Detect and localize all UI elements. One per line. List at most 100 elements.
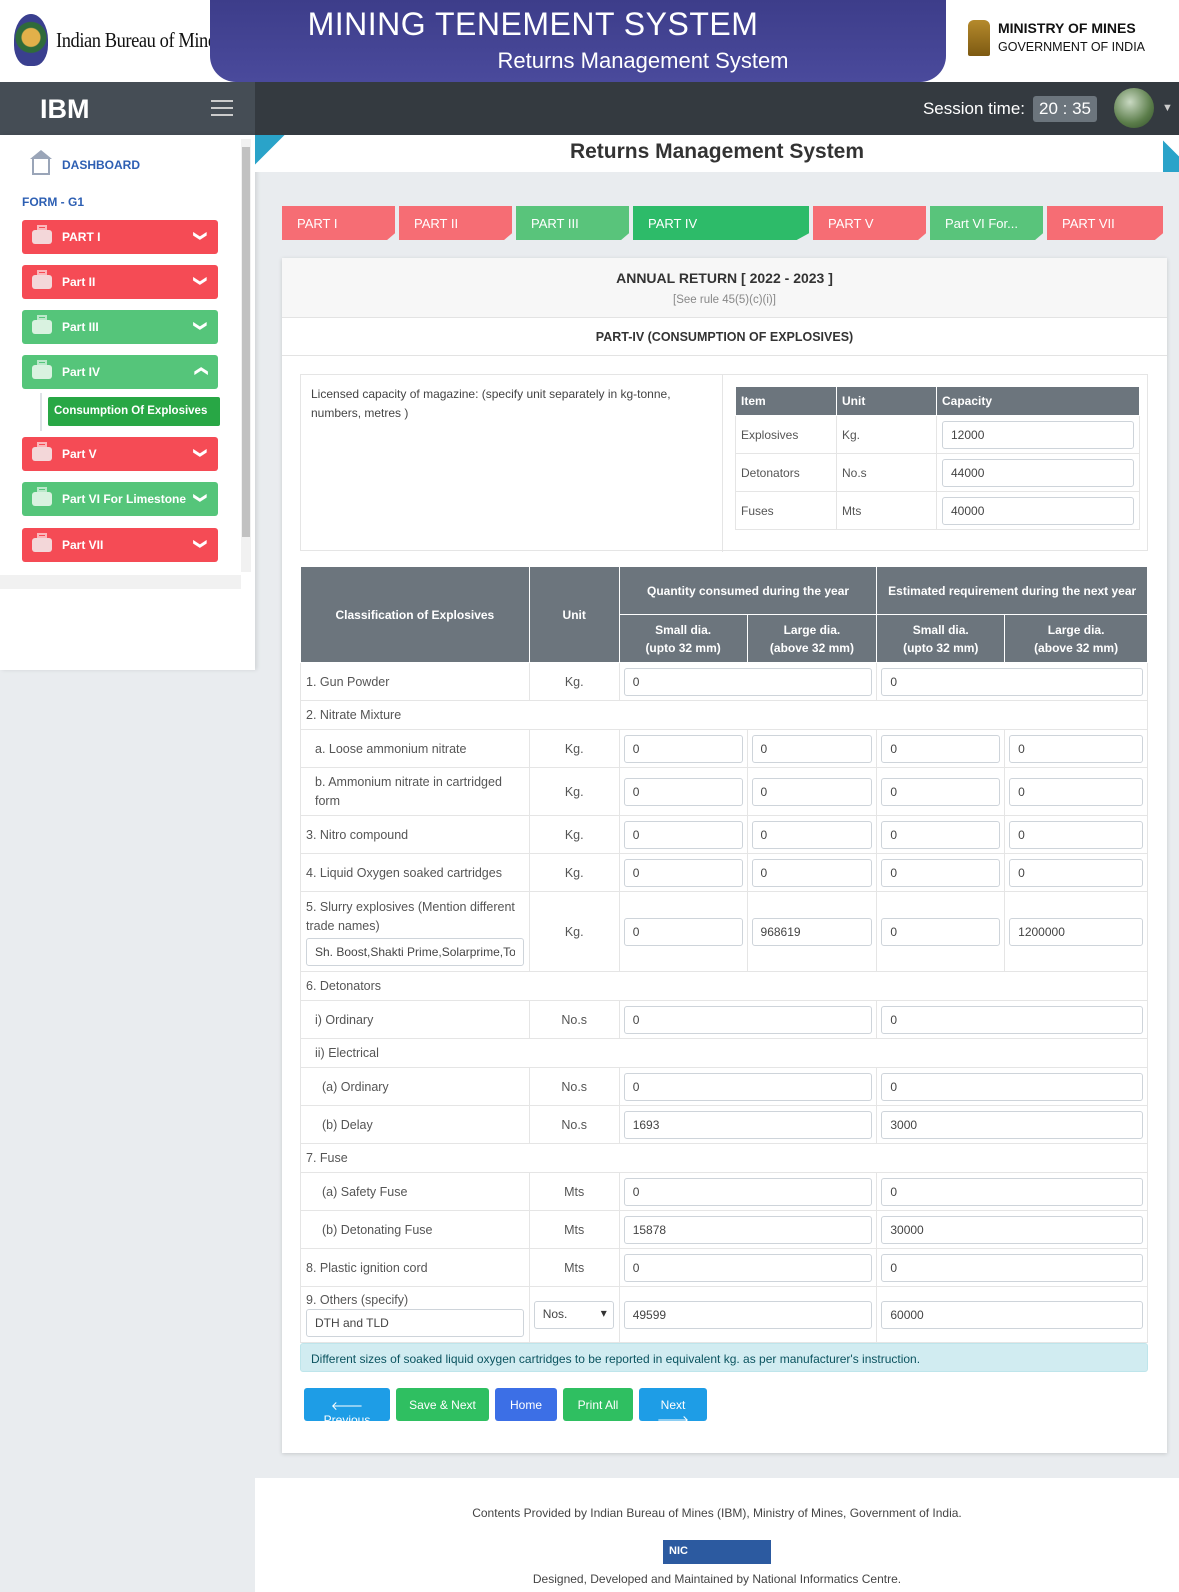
loose-an-consumed-large-input[interactable] xyxy=(751,734,873,763)
submenu-line xyxy=(40,393,42,431)
ministry-name: MINISTRY OF MINES xyxy=(998,20,1136,36)
print-all-button[interactable]: Print All xyxy=(563,1388,633,1421)
loose-an-consumed-small-input[interactable] xyxy=(623,734,743,763)
detonating-fuse-consumed-input[interactable] xyxy=(623,1215,873,1244)
lox-estimated-large-input[interactable] xyxy=(1009,858,1143,887)
electrical-delay-estimated-input[interactable] xyxy=(881,1110,1143,1139)
chevron-down-icon: ❯ xyxy=(193,320,209,332)
others-specify-input[interactable] xyxy=(306,1308,524,1337)
others-consumed-input[interactable] xyxy=(623,1300,873,1329)
header-unit: Unit xyxy=(528,566,620,663)
ordinary-estimated-input[interactable] xyxy=(881,1005,1143,1034)
electrical-ordinary-consumed-input[interactable] xyxy=(623,1072,873,1101)
nitro-estimated-large-input[interactable] xyxy=(1009,820,1143,849)
others-estimated-input[interactable] xyxy=(881,1300,1143,1329)
an-cart-consumed-large-input[interactable] xyxy=(751,777,873,806)
ordinary-consumed-input[interactable] xyxy=(623,1005,873,1034)
row-unit: Mts xyxy=(528,1172,620,1211)
tab-part-7[interactable]: PART VII xyxy=(1047,206,1163,240)
slurry-consumed-large-input[interactable] xyxy=(751,917,873,946)
menu-toggle-icon[interactable] xyxy=(211,100,233,116)
sidebar-item-part-1[interactable]: PART I ❯ xyxy=(22,220,218,254)
nitro-estimated-small-input[interactable] xyxy=(881,820,1001,849)
sidebar-scrollbar-thumb[interactable] xyxy=(242,147,250,537)
tab-part-2[interactable]: PART II xyxy=(399,206,512,240)
nic-logo[interactable]: NIC xyxy=(663,1540,771,1564)
sidebar-horizontal-scrollbar[interactable] xyxy=(0,575,241,589)
table-row: 2. Nitrate Mixture xyxy=(300,700,1148,730)
chevron-down-icon: ❯ xyxy=(193,275,209,287)
header-large-dia: Large dia. (above 32 mm) xyxy=(746,614,878,663)
sidebar-item-label: Part IV xyxy=(62,365,101,379)
sidebar-item-part-6[interactable]: Part VI For Limestone ❯ xyxy=(22,482,218,516)
safety-fuse-consumed-input[interactable] xyxy=(623,1177,873,1206)
capacity-detonators-input[interactable] xyxy=(942,458,1134,487)
gun-powder-consumed-input[interactable] xyxy=(623,667,873,696)
row-unit: Kg. xyxy=(528,815,620,854)
sidebar-item-label: Part VI For Limestone xyxy=(62,492,187,506)
lox-consumed-large-input[interactable] xyxy=(751,858,873,887)
tab-part-3[interactable]: PART III xyxy=(516,206,629,240)
tab-part-5[interactable]: PART V xyxy=(813,206,926,240)
others-unit-select[interactable]: Nos. xyxy=(533,1300,614,1329)
banner-title-block: MINING TENEMENT SYSTEM Returns Managemen… xyxy=(210,0,946,82)
slurry-consumed-small-input[interactable] xyxy=(623,917,743,946)
ministry-logo: MINISTRY OF MINES GOVERNMENT OF INDIA xyxy=(968,20,1145,56)
table-row: b. Ammonium nitrate in cartridged form K… xyxy=(300,767,1148,816)
header-small-dia: Small dia. (upto 32 mm) xyxy=(876,614,1006,663)
capacity-fuses-input[interactable] xyxy=(942,496,1134,525)
sidebar-item-part-2[interactable]: Part II ❯ xyxy=(22,265,218,299)
tab-part-1[interactable]: PART I xyxy=(282,206,395,240)
row-unit: Kg. xyxy=(528,891,620,972)
nitro-consumed-small-input[interactable] xyxy=(623,820,743,849)
row-label: (a) Safety Fuse xyxy=(300,1172,530,1211)
ibm-emblem-icon xyxy=(14,14,48,66)
row-label: b. Ammonium nitrate in cartridged form xyxy=(300,767,530,816)
sidebar-item-label: PART I xyxy=(62,230,101,244)
tab-part-6[interactable]: Part VI For... xyxy=(930,206,1043,240)
sidebar-item-part-5[interactable]: Part V ❯ xyxy=(22,437,218,471)
sidebar-subitem-consumption-of-explosives[interactable]: Consumption Of Explosives xyxy=(48,397,220,426)
sidebar-item-part-7[interactable]: Part VII ❯ xyxy=(22,528,218,562)
nitro-consumed-large-input[interactable] xyxy=(751,820,873,849)
table-row: Detonators No.s xyxy=(735,453,1140,492)
plastic-cord-consumed-input[interactable] xyxy=(623,1253,873,1282)
safety-fuse-estimated-input[interactable] xyxy=(881,1177,1143,1206)
slurry-estimated-large-input[interactable] xyxy=(1009,917,1143,946)
capacity-explosives-input[interactable] xyxy=(942,420,1134,449)
lox-estimated-small-input[interactable] xyxy=(881,858,1001,887)
briefcase-icon xyxy=(32,492,52,506)
table-row: (b) Delay No.s xyxy=(300,1105,1148,1144)
detonating-fuse-estimated-input[interactable] xyxy=(881,1215,1143,1244)
user-avatar[interactable] xyxy=(1114,88,1154,128)
table-row: 6. Detonators xyxy=(300,971,1148,1001)
previous-button[interactable]: 🡐 Previous xyxy=(304,1388,390,1427)
briefcase-icon xyxy=(32,275,52,289)
sidebar-dashboard-link[interactable]: DASHBOARD xyxy=(30,150,140,175)
electrical-delay-consumed-input[interactable] xyxy=(623,1110,873,1139)
home-button[interactable]: Home xyxy=(495,1388,557,1421)
slurry-estimated-small-input[interactable] xyxy=(881,917,1001,946)
form-card: ANNUAL RETURN [ 2022 - 2023 ] [See rule … xyxy=(282,258,1167,1453)
row-label: (b) Delay xyxy=(300,1105,530,1144)
loose-an-estimated-large-input[interactable] xyxy=(1009,734,1143,763)
sidebar-item-part-3[interactable]: Part III ❯ xyxy=(22,310,218,344)
row-label: 5. Slurry explosives (Mention different … xyxy=(306,899,515,933)
chevron-down-icon: ❯ xyxy=(193,492,209,504)
tab-part-4[interactable]: PART IV xyxy=(633,206,809,240)
an-cart-consumed-small-input[interactable] xyxy=(623,777,743,806)
save-next-button[interactable]: Save & Next xyxy=(396,1388,489,1421)
chevron-down-icon[interactable]: ▼ xyxy=(1162,102,1173,114)
electrical-ordinary-estimated-input[interactable] xyxy=(881,1072,1143,1101)
loose-an-estimated-small-input[interactable] xyxy=(881,734,1001,763)
gun-powder-estimated-input[interactable] xyxy=(881,667,1143,696)
slurry-trade-names-input[interactable] xyxy=(306,937,524,966)
plastic-cord-estimated-input[interactable] xyxy=(881,1253,1143,1282)
next-button[interactable]: Next 🡒 xyxy=(639,1388,707,1427)
lox-consumed-small-input[interactable] xyxy=(623,858,743,887)
sidebar-item-part-4[interactable]: Part IV ❯ xyxy=(22,355,218,389)
header-consumed: Quantity consumed during the year xyxy=(618,566,878,615)
an-cart-estimated-small-input[interactable] xyxy=(881,777,1001,806)
an-cart-estimated-large-input[interactable] xyxy=(1009,777,1143,806)
table-row: 5. Slurry explosives (Mention different … xyxy=(300,891,1148,972)
